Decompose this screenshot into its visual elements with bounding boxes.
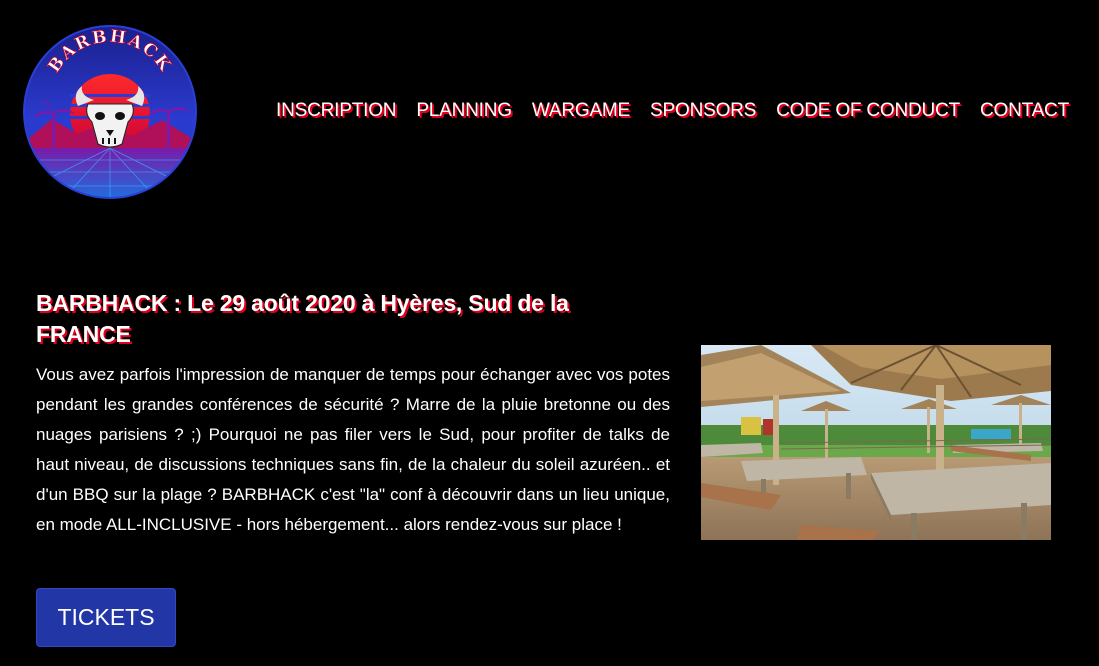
barbhack-logo[interactable]: BARBHACK: [22, 24, 198, 200]
nav-link-planning[interactable]: PLANNING: [416, 100, 512, 121]
venue-photo: [701, 345, 1051, 540]
page-title: BARBHACK : Le 29 août 2020 à Hyères, Sud…: [36, 290, 569, 347]
main-nav: INSCRIPTION PLANNING WARGAME SPONSORS CO…: [276, 98, 1069, 124]
tickets-button[interactable]: TICKETS: [36, 588, 176, 647]
event-description: Vous avez parfois l'impression de manque…: [36, 365, 670, 534]
nav-item-planning: PLANNING: [416, 98, 512, 124]
nav-link-sponsors[interactable]: SPONSORS: [650, 100, 756, 121]
nav-item-wargame: WARGAME: [532, 98, 630, 124]
nav-item-sponsors: SPONSORS: [650, 98, 756, 124]
nav-link-wargame[interactable]: WARGAME: [532, 100, 630, 121]
nav-link-inscription[interactable]: INSCRIPTION: [276, 100, 396, 121]
nav-item-inscription: INSCRIPTION: [276, 98, 396, 124]
nav-link-contact[interactable]: CONTACT: [980, 100, 1069, 121]
nav-item-code-of-conduct: CODE OF CONDUCT: [776, 98, 960, 124]
nav-link-code-of-conduct[interactable]: CODE OF CONDUCT: [776, 100, 960, 121]
nav-item-contact: CONTACT: [980, 98, 1069, 124]
